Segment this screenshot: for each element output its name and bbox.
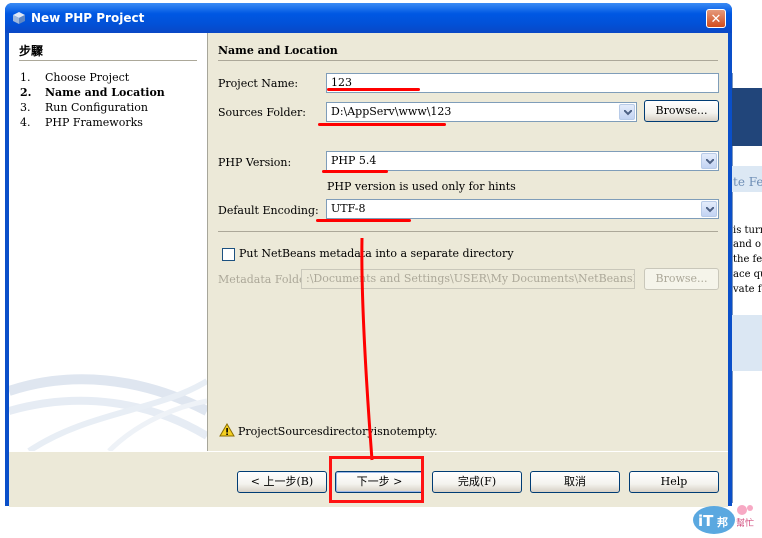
php-version-hint: PHP version is used only for hints [327,180,516,193]
section-divider [218,60,718,61]
project-name-label: Project Name: [218,77,299,90]
steps-divider [19,60,197,61]
title-bar[interactable]: New PHP Project ✕ [5,3,732,33]
annotation-box-next-button [329,456,424,503]
background-heading-text: te Fe [733,175,762,189]
background-text-line: vate fe [733,284,762,295]
help-button[interactable]: Help [629,471,719,493]
steps-decoration-graphic [9,374,207,451]
steps-title: 步驟 [19,44,44,58]
background-panel [732,315,762,371]
step-choose-project: 1. Choose Project [20,71,130,84]
warning-icon [219,423,235,437]
ithelp-logo: iT 邦 幫忙 [693,505,754,534]
window-title: New PHP Project [31,11,145,25]
logo-text-bangmang: 幫忙 [736,517,754,529]
metadata-browse-button[interactable]: Browse... [644,268,719,290]
close-button[interactable]: ✕ [706,9,726,28]
chevron-down-icon[interactable] [701,201,717,217]
section-title: Name and Location [218,44,338,57]
annotation-underline-sources-folder [318,123,446,126]
sources-folder-label: Sources Folder: [218,106,306,119]
background-text-line: and o [733,239,762,250]
metadata-checkbox[interactable] [222,248,235,261]
browse-button[interactable]: Browse... [644,100,719,122]
background-text-line: is turn [733,225,762,236]
section-divider [218,231,718,232]
php-version-combo[interactable]: PHP 5.4 [326,151,719,171]
php-version-label: PHP Version: [218,156,292,169]
finish-button[interactable]: 完成(F) [432,471,522,493]
logo-text-bang: 邦 [717,515,728,529]
default-encoding-value: UTF-8 [331,202,366,215]
name-and-location-panel: Name and Location Project Name: 123 Sour… [208,33,728,451]
warning-message: ProjectSourcesdirectoryisnotempty. [238,425,438,438]
annotation-underline-encoding [316,219,411,222]
netbeans-cube-icon [13,12,25,24]
step-php-frameworks: 4. PHP Frameworks [20,116,143,129]
new-php-project-dialog: New PHP Project ✕ 步驟 1. Choose Project 2.… [5,3,732,507]
back-button[interactable]: < 上一步(B) [237,471,327,493]
annotation-underline-project-name [327,88,420,91]
default-encoding-combo[interactable]: UTF-8 [326,199,719,219]
default-encoding-label: Default Encoding: [218,204,319,217]
background-banner [732,88,762,146]
sources-folder-value: D:\AppServ\www\123 [331,105,452,118]
annotation-underline-php-version [322,170,388,173]
chevron-down-icon[interactable] [619,104,635,120]
step-run-configuration: 3. Run Configuration [20,101,148,114]
metadata-checkbox-label[interactable]: Put NetBeans metadata into a separate di… [239,247,514,260]
logo-text-it: iT [698,512,714,530]
step-name-and-location: 2. Name and Location [20,86,165,99]
cancel-button[interactable]: 取消 [530,471,620,493]
php-version-value: PHP 5.4 [331,154,377,167]
chevron-down-icon[interactable] [701,153,717,169]
background-text-line: ace qu [733,269,762,280]
background-text-line: the fe [733,254,762,265]
sources-folder-combo[interactable]: D:\AppServ\www\123 [326,102,637,122]
dialog-body: 步驟 1. Choose Project 2. Name and Location … [9,33,728,507]
metadata-folder-input[interactable]: :\Documents and Settings\USER\My Documen… [301,269,635,289]
steps-panel: 步驟 1. Choose Project 2. Name and Location … [9,33,208,451]
